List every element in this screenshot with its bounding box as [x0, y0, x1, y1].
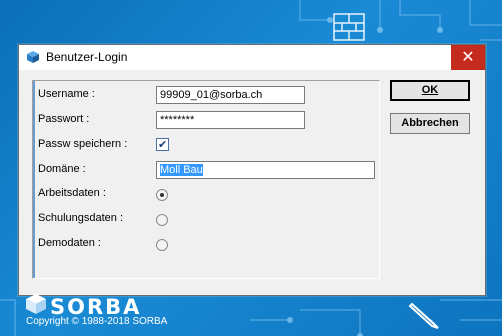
cancel-button-label: Abbrechen	[401, 117, 459, 129]
password-label: Passwort :	[38, 113, 90, 125]
login-form-panel: Username : 99909_01@sorba.ch Passwort : …	[32, 80, 380, 279]
work-data-label: Arbeitsdaten :	[38, 187, 106, 199]
app-cube-icon	[27, 51, 39, 63]
ok-button-label: OK	[421, 84, 439, 96]
sorba-logo-icon	[26, 294, 46, 314]
training-data-radio[interactable]	[156, 214, 168, 226]
save-password-label: Passw speichern :	[38, 138, 128, 150]
training-data-label: Schulungsdaten :	[38, 212, 124, 224]
radio-selected-dot	[160, 193, 164, 197]
window-title: Benutzer-Login	[46, 50, 128, 64]
close-button[interactable]: ✕	[451, 45, 485, 70]
ok-button[interactable]: OK	[390, 80, 470, 101]
domain-label: Domäne :	[38, 163, 86, 175]
password-input[interactable]: ********	[156, 111, 305, 129]
domain-value: Moll Bau	[160, 164, 203, 176]
login-dialog: Benutzer-Login ✕ Username : 99909_01@sor…	[18, 44, 486, 296]
panel-accent-bar	[33, 81, 35, 278]
demo-data-label: Demodaten :	[38, 237, 101, 249]
work-data-radio[interactable]	[156, 189, 168, 201]
brick-wall-icon	[333, 13, 365, 41]
username-label: Username :	[38, 88, 95, 100]
demo-data-radio[interactable]	[156, 239, 168, 251]
domain-input[interactable]: Moll Bau	[156, 161, 375, 179]
password-value: ********	[160, 114, 195, 126]
close-icon: ✕	[461, 49, 475, 66]
checkmark-icon: ✔	[158, 139, 168, 151]
save-password-checkbox[interactable]: ✔	[156, 138, 169, 151]
username-input[interactable]: 99909_01@sorba.ch	[156, 86, 305, 104]
cancel-button[interactable]: Abbrechen	[390, 113, 470, 134]
title-bar: Benutzer-Login ✕	[19, 45, 485, 70]
copyright-text: Copyright © 1988-2018 SORBA	[26, 316, 168, 327]
pencil-icon	[408, 302, 439, 329]
username-value: 99909_01@sorba.ch	[160, 89, 263, 101]
